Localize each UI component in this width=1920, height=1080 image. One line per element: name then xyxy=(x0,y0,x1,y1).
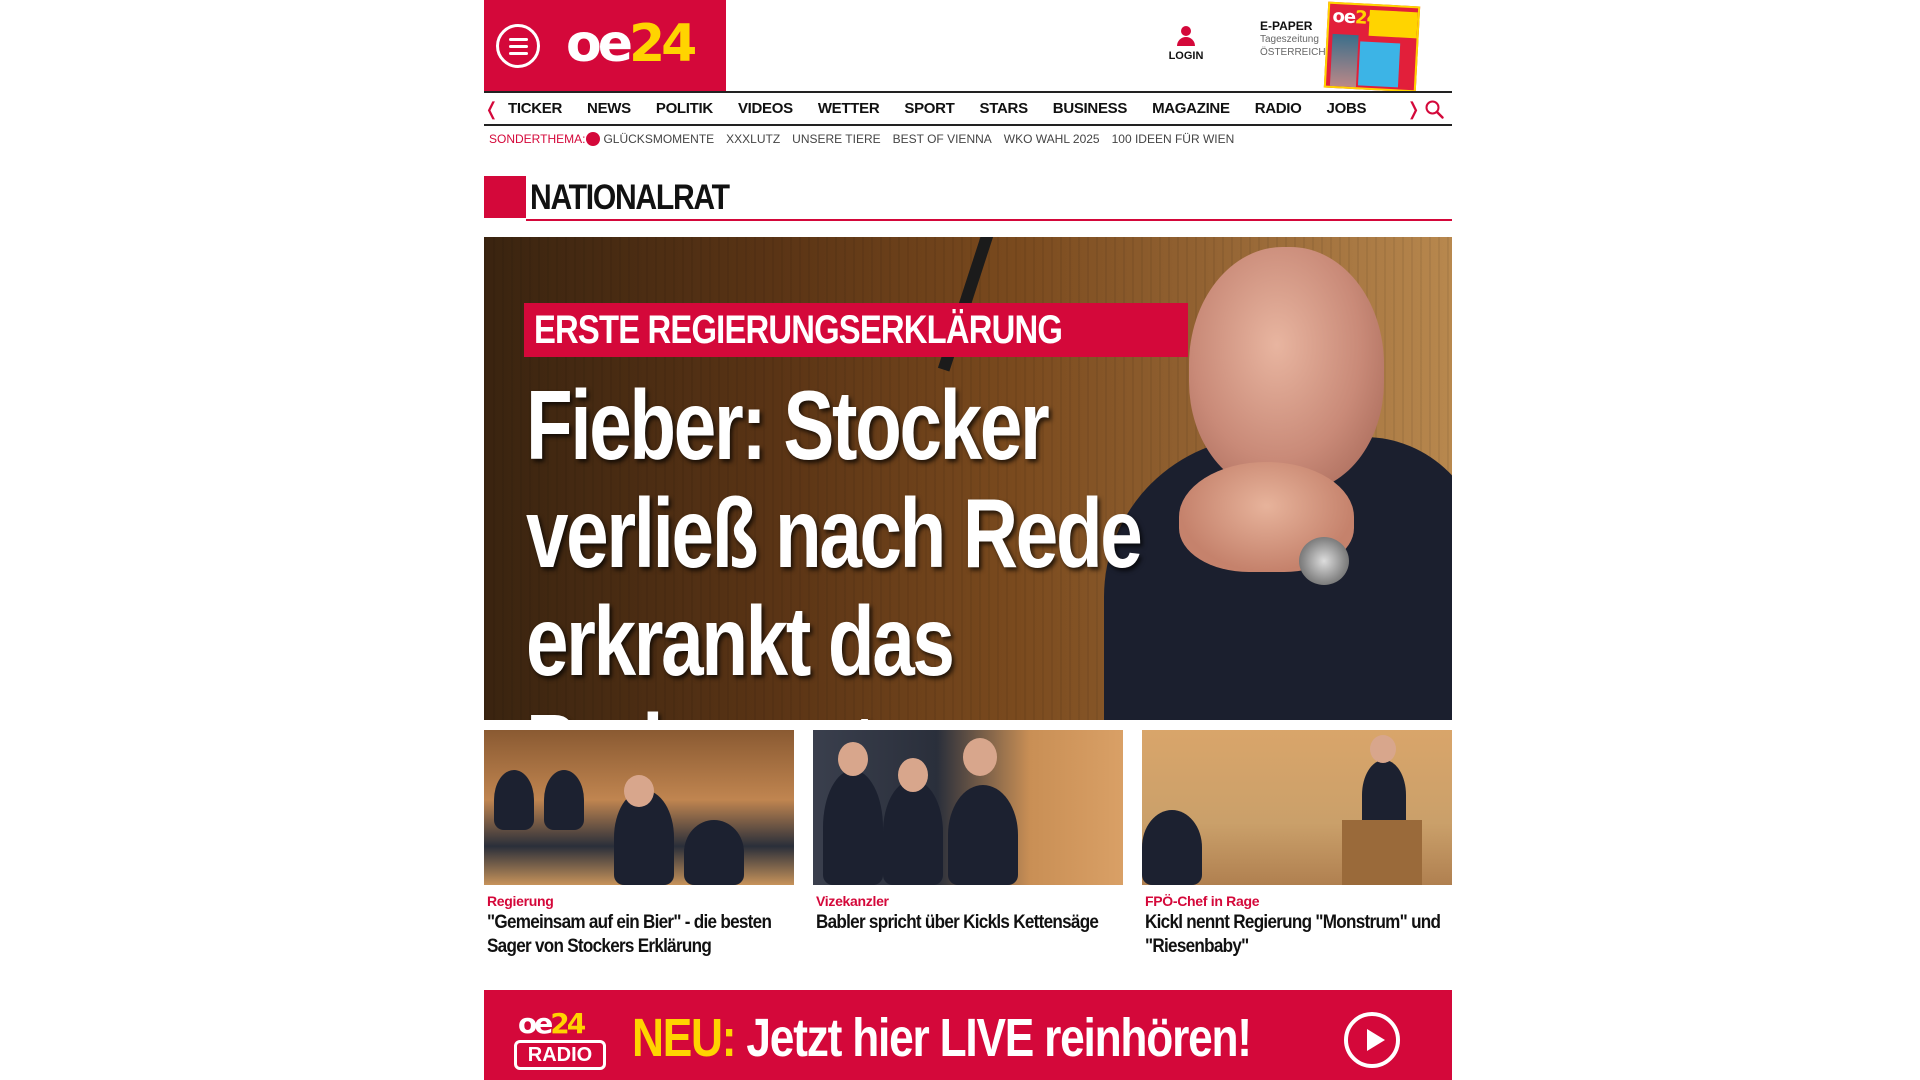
nav-item-business[interactable]: BUSINESS xyxy=(1053,100,1128,117)
page-wrapper: oe24 LOGIN E-PAPER Tageszeitung ÖSTERREI… xyxy=(484,0,1452,1080)
teaser-card[interactable]: FPÖ-Chef in Rage Kickl nennt Regierung "… xyxy=(1142,730,1452,959)
menu-icon[interactable] xyxy=(496,24,540,68)
play-icon[interactable] xyxy=(1344,1012,1400,1068)
epaper-sub2: ÖSTERREICH xyxy=(1260,47,1326,58)
teaser-card[interactable]: Vizekanzler Babler spricht über Kickls K… xyxy=(813,730,1123,935)
epaper-sub1: Tageszeitung xyxy=(1260,34,1319,45)
epaper-link[interactable]: E-PAPER Tageszeitung ÖSTERREICH xyxy=(1260,20,1326,59)
nav-items: TICKER NEWS POLITIK VIDEOS WETTER SPORT STARS B… xyxy=(508,93,1391,124)
radio-cta-text: NEU: Jetzt hier LIVE reinhören! xyxy=(632,1008,1252,1068)
sub-nav-label: SONDERTHEMA: xyxy=(489,132,586,146)
nav-item-wetter[interactable]: WETTER xyxy=(818,100,880,117)
teaser-image[interactable] xyxy=(484,730,794,885)
site-logo[interactable]: oe24 xyxy=(566,14,697,74)
nav-item-jobs[interactable]: JOBS xyxy=(1327,100,1367,117)
teaser-image[interactable] xyxy=(813,730,1123,885)
nav-item-stars[interactable]: STARS xyxy=(980,100,1029,117)
nav-item-ticker[interactable]: TICKER xyxy=(508,100,562,117)
radio-banner[interactable]: oe24 RADIO NEU: Jetzt hier LIVE reinhöre… xyxy=(484,990,1452,1080)
radio-logo: oe24 RADIO xyxy=(514,1010,606,1070)
login-label: LOGIN xyxy=(1168,50,1204,62)
main-nav: ❬ TICKER NEWS POLITIK VIDEOS WETTER SPORT STAR… xyxy=(484,91,1452,126)
teaser-row: Regierung "Gemeinsam auf ein Bier" - die… xyxy=(484,730,1452,970)
search-icon[interactable] xyxy=(1424,99,1444,119)
sub-nav: SONDERTHEMA: GLÜCKSMOMENTE XXXLUTZ UNSERE … xyxy=(484,126,1452,152)
sub-nav-item[interactable]: UNSERE TIERE xyxy=(792,132,880,146)
epaper-cover-image[interactable]: oe24 xyxy=(1323,1,1421,93)
teaser-kicker: Vizekanzler xyxy=(816,893,889,909)
nav-item-sport[interactable]: SPORT xyxy=(904,100,954,117)
nav-item-radio[interactable]: RADIO xyxy=(1255,100,1302,117)
hero-article[interactable]: ERSTE REGIERUNGSERKLÄRUNG Fieber: Stocke… xyxy=(484,237,1452,720)
section-header: NATIONALRAT xyxy=(484,176,1452,226)
login-button[interactable]: LOGIN xyxy=(1166,26,1206,62)
teaser-kicker: FPÖ-Chef in Rage xyxy=(1145,893,1260,909)
hero-kicker: ERSTE REGIERUNGSERKLÄRUNG xyxy=(524,303,1188,357)
nav-item-videos[interactable]: VIDEOS xyxy=(738,100,793,117)
epaper-title: E-PAPER xyxy=(1260,19,1313,33)
nav-item-news[interactable]: NEWS xyxy=(587,100,631,117)
section-title[interactable]: NATIONALRAT xyxy=(530,178,730,218)
teaser-card[interactable]: Regierung "Gemeinsam auf ein Bier" - die… xyxy=(484,730,794,959)
chevron-right-icon[interactable]: ❭ xyxy=(1406,99,1421,119)
nav-item-magazine[interactable]: MAGAZINE xyxy=(1152,100,1230,117)
sub-nav-item[interactable]: WKO WAHL 2025 xyxy=(1004,132,1100,146)
sub-nav-item[interactable]: 100 IDEEN FÜR WIEN xyxy=(1112,132,1235,146)
teaser-title[interactable]: "Gemeinsam auf ein Bier" - die besten Sa… xyxy=(487,911,793,959)
teaser-title[interactable]: Kickl nennt Regierung "Monstrum" und "Ri… xyxy=(1145,911,1451,959)
site-header: oe24 LOGIN E-PAPER Tageszeitung ÖSTERREI… xyxy=(484,0,1452,93)
sub-nav-item[interactable]: GLÜCKSMOMENTE xyxy=(603,132,714,146)
heart-badge-icon xyxy=(586,132,601,146)
teaser-title[interactable]: Babler spricht über Kickls Kettensäge xyxy=(816,911,1122,935)
logo-area[interactable]: oe24 xyxy=(484,0,726,91)
chevron-left-icon[interactable]: ❬ xyxy=(484,99,499,119)
teaser-kicker: Regierung xyxy=(487,893,554,909)
user-icon xyxy=(1181,26,1191,36)
nav-item-politik[interactable]: POLITIK xyxy=(656,100,713,117)
sub-nav-item[interactable]: XXXLUTZ xyxy=(726,132,780,146)
hero-headline[interactable]: Fieber: Stocker verließ nach Rede erkran… xyxy=(526,371,1228,720)
sub-nav-item[interactable]: BEST OF VIENNA xyxy=(893,132,992,146)
teaser-image[interactable] xyxy=(1142,730,1452,885)
